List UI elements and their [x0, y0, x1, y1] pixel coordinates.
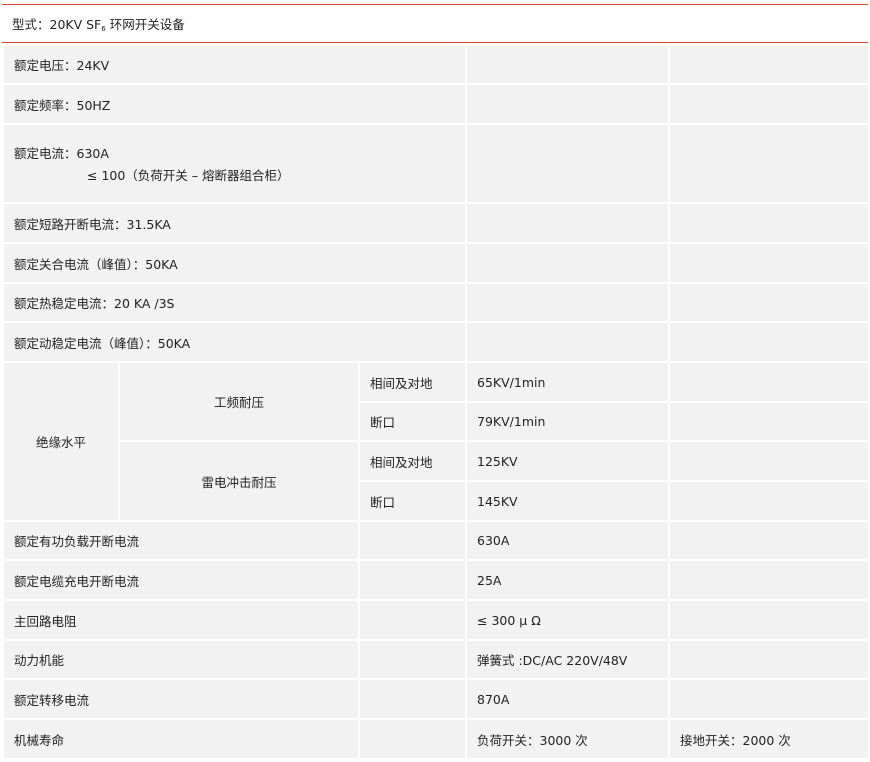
thermal-current-label: 额定热稳定电流：20 KA /3S [2, 282, 467, 323]
table-row: 额定短路开断电流：31.5KA [2, 202, 870, 244]
li-phase-ground-label: 相间及对地 [358, 440, 467, 482]
pf-phase-ground-label: 相间及对地 [358, 361, 467, 403]
li-break-value: 145KV [465, 480, 670, 522]
table-row: 雷电冲击耐压 相间及对地 125KV [3, 440, 870, 522]
table-row: 主回路电阻 ≤ 300 μ Ω [2, 599, 870, 641]
li-phase-ground-value: 125KV [465, 440, 670, 482]
transfer-current-label: 额定转移电流 [2, 678, 360, 720]
rated-current-cell: 额定电流：630A ≤ 100（负荷开关 – 熔断器组合柜） [2, 123, 467, 204]
table-row: 额定热稳定电流：20 KA /3S [2, 282, 870, 323]
table-row: 额定动稳定电流（峰值）：50KA [2, 321, 870, 363]
table-row: 额定频率：50HZ [2, 83, 870, 125]
main-circuit-resistance-value: ≤ 300 μ Ω [465, 599, 670, 641]
table-row: 额定关合电流（峰值）：50KA [2, 242, 870, 284]
spec-table: 额定电压：24KV 额定频率：50HZ 额定电流：630A ≤ 100（负荷开关… [2, 44, 870, 760]
table-row: 额定转移电流 870A [2, 678, 870, 720]
insulation-level-label: 绝缘水平 [2, 361, 120, 522]
model-header: 型式：20KV SF6 环网开关设备 [2, 5, 868, 42]
table-row: 额定电压：24KV [2, 44, 870, 85]
mechanical-life-earthing-switch: 接地开关：2000 次 [668, 718, 870, 760]
transfer-current-value: 870A [465, 678, 670, 720]
rated-current-note: ≤ 100（负荷开关 – 熔断器组合柜） [87, 168, 290, 183]
active-load-breaking-value: 630A [465, 520, 670, 561]
short-circuit-breaking-label: 额定短路开断电流：31.5KA [2, 202, 467, 244]
power-frequency-label: 工频耐压 [118, 361, 360, 442]
main-circuit-resistance-label: 主回路电阻 [2, 599, 360, 641]
spec-sheet: 型式：20KV SF6 环网开关设备 额定电压：24KV 额定频率：50HZ 额… [0, 0, 870, 762]
rated-voltage-label: 额定电压：24KV [2, 44, 467, 85]
active-load-breaking-label: 额定有功负载开断电流 [2, 520, 360, 561]
cable-charging-label: 额定电缆充电开断电流 [2, 559, 360, 601]
lightning-impulse-label: 雷电冲击耐压 [118, 440, 360, 522]
table-row: 动力机能 弹簧式 :DC/AC 220V/48V [2, 639, 870, 680]
header-rule [2, 42, 868, 43]
rated-frequency-label: 额定频率：50HZ [2, 83, 467, 125]
operating-mechanism-label: 动力机能 [2, 639, 360, 680]
table-row: 机械寿命 负荷开关：3000 次 接地开关：2000 次 [2, 718, 870, 760]
model-title: 型式：20KV SF6 环网开关设备 [12, 17, 185, 33]
table-row: 额定电流：630A ≤ 100（负荷开关 – 熔断器组合柜） [2, 123, 870, 204]
cable-charging-value: 25A [465, 559, 670, 601]
li-break-label: 断口 [358, 480, 467, 522]
operating-mechanism-value: 弹簧式 :DC/AC 220V/48V [465, 639, 670, 680]
table-row: 绝缘水平 工频耐压 相间及对地 65KV/1min [2, 361, 870, 522]
mechanical-life-load-switch: 负荷开关：3000 次 [465, 718, 670, 760]
pf-break-label: 断口 [358, 401, 467, 442]
rated-current-label: 额定电流：630A [14, 146, 109, 161]
dynamic-current-label: 额定动稳定电流（峰值）：50KA [2, 321, 467, 363]
table-row: 额定电缆充电开断电流 25A [2, 559, 870, 601]
mechanical-life-label: 机械寿命 [2, 718, 360, 760]
pf-break-value: 79KV/1min [465, 401, 670, 442]
table-row: 额定有功负载开断电流 630A [2, 520, 870, 561]
pf-phase-ground-value: 65KV/1min [465, 361, 670, 403]
making-current-label: 额定关合电流（峰值）：50KA [2, 242, 467, 284]
